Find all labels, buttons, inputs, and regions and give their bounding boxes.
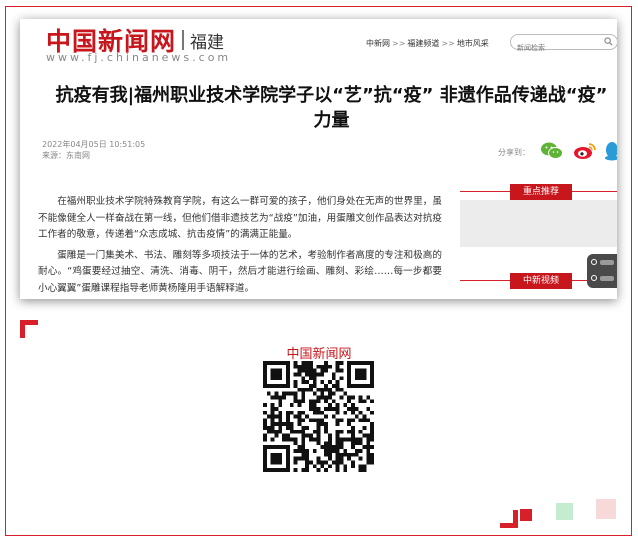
- corner-decoration-top-left: [20, 320, 38, 338]
- article-meta: 2022年04月05日 10:51:05 来源：东南网: [42, 139, 145, 161]
- qr-modules: [263, 361, 374, 472]
- article-title: 抗疫有我|福州职业技术学院学子以“艺”抗“疫” 非遗作品传递战“疫” 力量: [20, 83, 617, 133]
- region-name: 福建: [190, 32, 225, 53]
- article-screenshot: 中国新闻网 福建 www.fj.chinanews.com 中新网 >> 福建频道 >>…: [20, 19, 617, 299]
- logo-divider: [182, 30, 185, 50]
- share-label: 分享到：: [498, 148, 530, 157]
- decorative-square-pink: [596, 499, 616, 519]
- wechat-icon[interactable]: [540, 141, 564, 161]
- toolbar-dot-icon: [591, 259, 597, 265]
- article-title-line-2: 力量: [313, 110, 350, 131]
- article-source: 来源：东南网: [42, 151, 90, 160]
- qr-code: [263, 361, 374, 472]
- floating-toolbar[interactable]: [587, 254, 617, 288]
- toolbar-bar-icon: [600, 260, 614, 265]
- publish-datetime: 2022年04月05日 10:51:05: [42, 140, 146, 149]
- toolbar-bar-icon: [600, 276, 614, 281]
- qq-icon[interactable]: [604, 141, 617, 161]
- decorative-square-red: [520, 509, 532, 521]
- breadcrumb-separator: >>: [441, 39, 455, 48]
- tab-video[interactable]: 中新视频: [510, 273, 572, 289]
- breadcrumb-item-channel[interactable]: 福建频道: [407, 39, 439, 48]
- featured-content-placeholder: [460, 200, 617, 247]
- search-input[interactable]: [517, 41, 597, 55]
- site-url: www.fj.chinanews.com: [46, 51, 232, 64]
- search-box: [510, 34, 617, 55]
- article-body: 在福州职业技术学院特殊教育学院，有这么一群可爱的孩子，他们身处在无声的世界里，虽…: [38, 194, 442, 299]
- article-paragraph: 在福州职业技术学院特殊教育学院，有这么一群可爱的孩子，他们身处在无声的世界里，虽…: [38, 196, 442, 240]
- article-title-line-1: 抗疫有我|福州职业技术学院学子以“艺”抗“疫” 非遗作品传递战“疫”: [55, 85, 608, 106]
- qr-caption: 中国新闻网: [286, 347, 352, 362]
- breadcrumb: 中新网 >> 福建频道 >> 地市风采: [366, 38, 489, 49]
- search-icon[interactable]: [604, 37, 613, 46]
- article-paragraph: 蛋雕是一门集美术、书法、雕刻等多项技法于一体的艺术，考验制作者高度的专注和极高的…: [38, 249, 442, 294]
- tab-featured[interactable]: 重点推荐: [510, 184, 572, 200]
- weibo-icon[interactable]: [573, 141, 597, 161]
- corner-decoration-bottom-right: [500, 510, 518, 528]
- toolbar-dot-icon: [591, 275, 597, 281]
- decorative-square-green: [556, 503, 573, 520]
- breadcrumb-separator: >>: [392, 39, 406, 48]
- breadcrumb-item-section[interactable]: 地市风采: [457, 39, 489, 48]
- breadcrumb-item-home[interactable]: 中新网: [366, 39, 390, 48]
